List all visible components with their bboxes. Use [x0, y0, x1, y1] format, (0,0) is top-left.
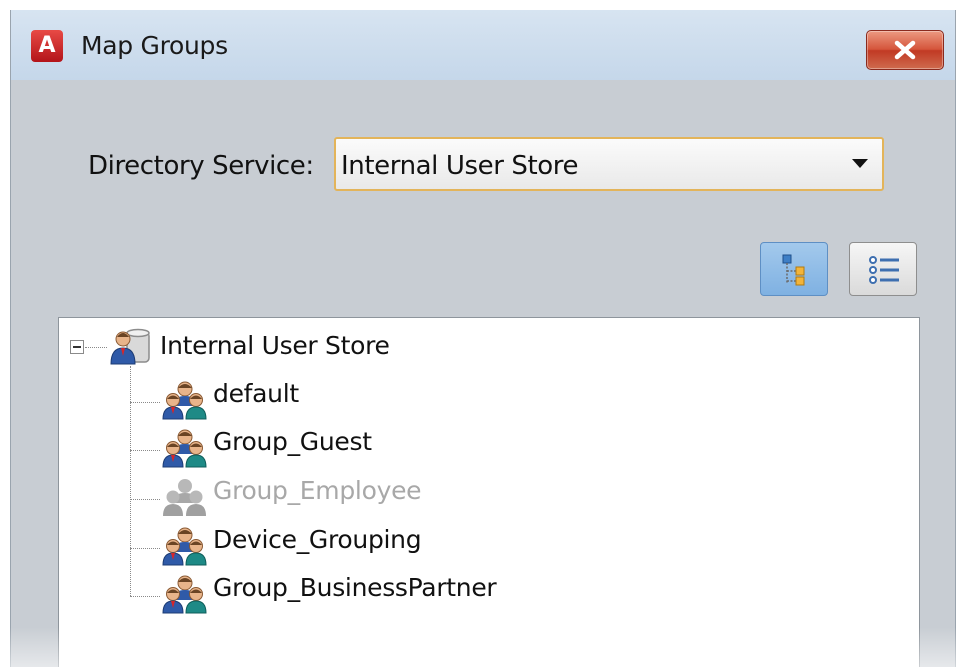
- close-button[interactable]: [866, 30, 944, 70]
- tree-item-label: Device_Grouping: [213, 525, 422, 554]
- dropdown-arrow-icon: [852, 159, 868, 168]
- app-logo-icon: A: [31, 30, 63, 62]
- group-icon: [162, 429, 207, 468]
- group-icon: [162, 527, 207, 566]
- title-bar[interactable]: A Map Groups: [11, 10, 955, 80]
- directory-service-selected-value: Internal User Store: [341, 151, 579, 181]
- tree-root-label[interactable]: Internal User Store: [160, 331, 390, 360]
- group-tree[interactable]: Internal User Store default Group_Guest …: [58, 317, 920, 667]
- tree-item-label: Group_Guest: [213, 427, 372, 456]
- list-view-icon: [869, 256, 899, 284]
- group-icon: [162, 381, 207, 420]
- tree-connector: [130, 596, 160, 597]
- group-icon: [162, 575, 207, 614]
- tree-connector: [130, 499, 160, 500]
- tree-item-label: Group_BusinessPartner: [213, 573, 497, 602]
- group-icon-disabled: [163, 479, 206, 516]
- map-groups-dialog: A Map Groups Directory Service: Internal…: [10, 10, 956, 667]
- collapse-toggle[interactable]: [70, 340, 84, 354]
- tree-view-button[interactable]: [760, 242, 828, 296]
- tree-connector: [130, 450, 160, 451]
- tree-connector: [130, 402, 160, 403]
- user-store-icon: [110, 328, 150, 365]
- tree-item-label: default: [213, 379, 299, 408]
- directory-service-label: Directory Service:: [88, 151, 314, 181]
- window-title: Map Groups: [81, 31, 228, 60]
- tree-connector: [130, 366, 131, 596]
- directory-service-select[interactable]: Internal User Store: [334, 137, 884, 191]
- list-view-button[interactable]: [849, 242, 917, 296]
- tree-item-label: Group_Employee: [213, 476, 422, 505]
- tree-connector: [85, 347, 107, 348]
- tree-connector: [130, 548, 160, 549]
- tree-view-icon: [782, 254, 805, 286]
- close-x-icon: [894, 40, 916, 60]
